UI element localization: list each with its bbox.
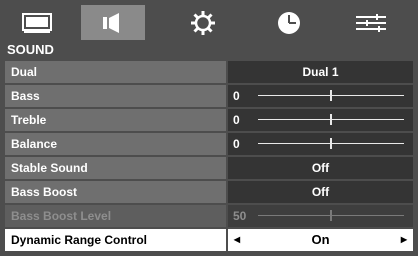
clock-icon (278, 11, 300, 34)
arrow-right-icon[interactable]: ▶ (398, 229, 410, 251)
tab-advanced[interactable] (339, 5, 403, 40)
slider-thumb[interactable] (330, 90, 332, 101)
setting-row-dual[interactable]: Dual Dual 1 (5, 61, 413, 83)
setting-value-selector[interactable]: ◀ On ▶ (228, 229, 413, 251)
setting-row-dynamic-range-control[interactable]: Dynamic Range Control ◀ On ▶ (5, 229, 413, 251)
setting-value[interactable]: Dual 1 (228, 61, 413, 83)
setting-row-treble[interactable]: Treble 0 (5, 109, 413, 131)
setting-row-bass[interactable]: Bass 0 (5, 85, 413, 107)
setting-slider[interactable]: 0 (228, 109, 413, 131)
setting-label: Bass Boost Level (5, 205, 226, 227)
setting-label: Balance (5, 133, 226, 155)
menu-tab-bar (5, 5, 413, 40)
slider-value: 0 (233, 113, 240, 127)
tab-setup[interactable] (171, 5, 235, 40)
setting-label: Bass Boost (5, 181, 226, 203)
slider-value: 50 (233, 209, 247, 223)
setting-value: On (311, 232, 330, 247)
arrow-left-icon[interactable]: ◀ (231, 229, 243, 251)
setting-slider[interactable]: 0 (228, 85, 413, 107)
setting-row-stable-sound[interactable]: Stable Sound Off (5, 157, 413, 179)
setting-row-balance[interactable]: Balance 0 (5, 133, 413, 155)
tab-timer[interactable] (257, 5, 321, 40)
setting-row-bass-boost[interactable]: Bass Boost Off (5, 181, 413, 203)
tab-picture[interactable] (5, 5, 69, 40)
section-title: SOUND (7, 42, 54, 57)
slider-value: 0 (233, 137, 240, 151)
slider-value: 0 (233, 89, 240, 103)
setting-slider[interactable]: 0 (228, 133, 413, 155)
gear-icon (191, 10, 215, 35)
picture-icon (22, 12, 52, 33)
setting-label: Stable Sound (5, 157, 226, 179)
setting-row-bass-boost-level: Bass Boost Level 50 (5, 205, 413, 227)
setting-label: Dual (5, 61, 226, 83)
slider-thumb[interactable] (330, 114, 332, 125)
setting-label: Bass (5, 85, 226, 107)
setting-label: Treble (5, 109, 226, 131)
setting-value[interactable]: Off (228, 157, 413, 179)
setting-label: Dynamic Range Control (5, 229, 226, 251)
speaker-icon (103, 12, 119, 33)
setting-slider: 50 (228, 205, 413, 227)
tab-sound[interactable] (81, 5, 145, 40)
setting-value[interactable]: Off (228, 181, 413, 203)
sound-settings-menu: SOUND Dual Dual 1 Bass 0 Treble 0 Balanc… (0, 0, 418, 256)
sliders-icon (356, 13, 386, 32)
slider-thumb[interactable] (330, 138, 332, 149)
slider-thumb (330, 210, 332, 221)
